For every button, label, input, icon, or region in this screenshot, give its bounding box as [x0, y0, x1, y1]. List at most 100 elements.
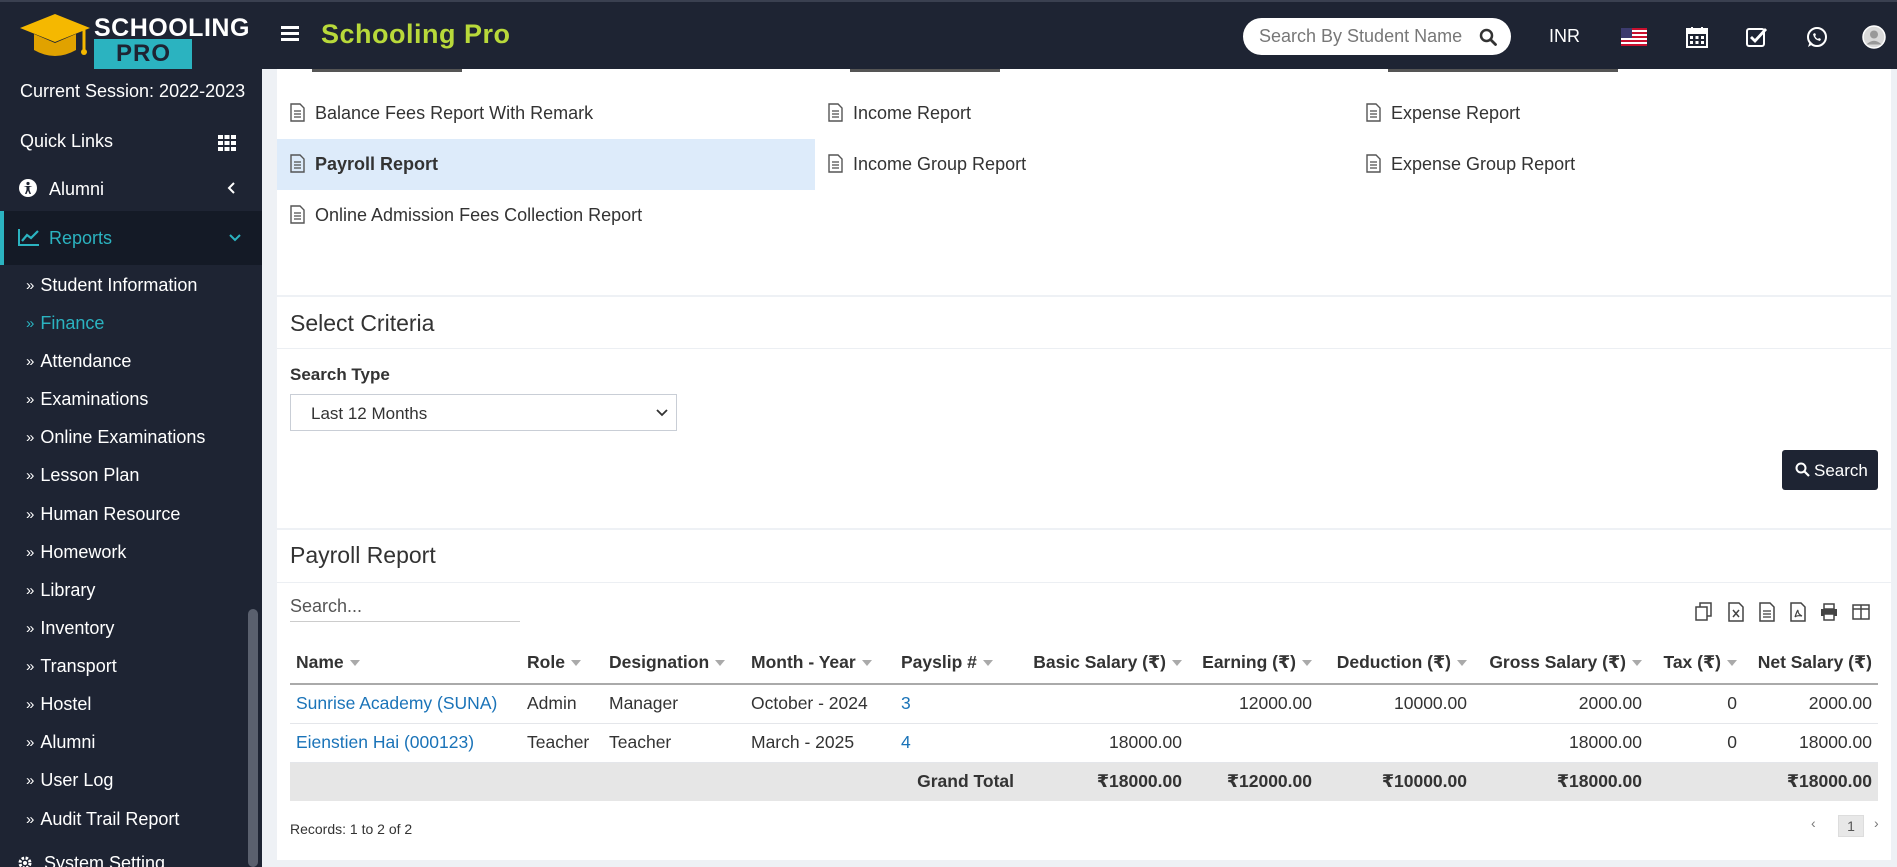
- report-link-balance-fees-remark[interactable]: Balance Fees Report With Remark: [277, 88, 815, 139]
- sidebar-item-alumni[interactable]: Alumni: [0, 167, 262, 207]
- payslip-link[interactable]: 3: [901, 693, 911, 713]
- user-avatar-icon[interactable]: [1862, 25, 1886, 49]
- sidebar-subitem-library[interactable]: » Library: [26, 580, 95, 601]
- search-type-select[interactable]: Last 12 Months: [290, 394, 677, 431]
- report-link-label: Expense Group Report: [1391, 154, 1576, 174]
- sidebar-subitem-hostel[interactable]: » Hostel: [26, 694, 91, 715]
- sidebar-item-system-setting[interactable]: System Setting: [18, 853, 165, 867]
- cell-designation: Teacher: [603, 723, 745, 763]
- sidebar-subitem-attendance[interactable]: » Attendance: [26, 351, 131, 372]
- records-info: Records: 1 to 2 of 2: [290, 821, 413, 837]
- excel-icon[interactable]: [1727, 602, 1745, 622]
- column-header-month-year[interactable]: Month - Year: [745, 642, 895, 685]
- menu-toggle-icon[interactable]: [281, 26, 299, 42]
- clipped-report-link: [312, 69, 462, 72]
- subitem-label: Finance: [40, 313, 105, 333]
- copy-icon[interactable]: [1695, 602, 1713, 622]
- column-header-net-salary[interactable]: Net Salary (₹): [1743, 642, 1878, 685]
- app-logo[interactable]: SCHOOLING PRO: [18, 8, 249, 69]
- sort-caret-icon: [349, 660, 360, 667]
- cell-month-year: March - 2025: [745, 723, 895, 763]
- sidebar-item-reports[interactable]: Reports: [0, 211, 262, 265]
- sidebar-subitem-transport[interactable]: » Transport: [26, 656, 117, 677]
- sidebar-scrollbar[interactable]: [248, 609, 258, 867]
- student-search-box[interactable]: [1243, 18, 1511, 55]
- report-link-online-admission-fees[interactable]: Online Admission Fees Collection Report: [277, 190, 815, 241]
- document-icon: [828, 103, 843, 122]
- column-header-gross-salary[interactable]: Gross Salary (₹): [1473, 642, 1648, 685]
- report-link-label: Payroll Report: [315, 154, 439, 174]
- column-label: Designation: [609, 652, 710, 672]
- cell-net-salary: 18000.00: [1743, 723, 1878, 763]
- sidebar-subitem-online-examinations[interactable]: » Online Examinations: [26, 427, 205, 448]
- column-header-tax[interactable]: Tax (₹): [1648, 642, 1743, 685]
- employee-link[interactable]: Eienstien Hai (000123): [296, 732, 474, 752]
- currency-selector[interactable]: INR: [1549, 26, 1580, 47]
- employee-link[interactable]: Sunrise Academy (SUNA): [296, 693, 497, 713]
- sidebar-subitem-homework[interactable]: » Homework: [26, 542, 126, 563]
- sidebar-subitem-finance[interactable]: » Finance: [26, 313, 104, 334]
- grid-icon[interactable]: [218, 134, 236, 152]
- subitem-label: Homework: [40, 542, 127, 562]
- sidebar-subitem-human-resource[interactable]: » Human Resource: [26, 504, 180, 525]
- sidebar-subitem-inventory[interactable]: » Inventory: [26, 618, 114, 639]
- double-chevron-right-icon: »: [26, 734, 35, 751]
- column-header-earning[interactable]: Earning (₹): [1188, 642, 1318, 685]
- cell-net-salary: 2000.00: [1743, 684, 1878, 724]
- document-icon: [290, 205, 305, 224]
- subitem-label: Audit Trail Report: [40, 809, 180, 829]
- report-link-expense[interactable]: Expense Report: [1353, 88, 1891, 139]
- sidebar-subitem-student-information[interactable]: » Student Information: [26, 275, 197, 296]
- column-header-deduction[interactable]: Deduction (₹): [1318, 642, 1473, 685]
- double-chevron-right-icon: »: [26, 582, 35, 599]
- report-link-label: Expense Report: [1391, 103, 1521, 123]
- us-flag-icon[interactable]: [1621, 28, 1647, 46]
- table-search[interactable]: [290, 596, 520, 622]
- report-link-income-group[interactable]: Income Group Report: [815, 139, 1353, 190]
- calendar-icon[interactable]: [1686, 26, 1708, 48]
- search-icon: [1795, 462, 1810, 477]
- report-link-income[interactable]: Income Report: [815, 88, 1353, 139]
- sidebar-subitem-audit-trail-report[interactable]: » Audit Trail Report: [26, 809, 179, 830]
- top-navbar: SCHOOLING PRO Schooling Pro INR: [0, 0, 1897, 69]
- subitem-label: User Log: [40, 770, 114, 790]
- cell-name[interactable]: Sunrise Academy (SUNA): [290, 684, 521, 724]
- sidebar-subitem-examinations[interactable]: » Examinations: [26, 389, 148, 410]
- subitem-label: Student Information: [40, 275, 198, 295]
- table-search-input[interactable]: [290, 596, 520, 617]
- sidebar-subitem-alumni[interactable]: » Alumni: [26, 732, 95, 753]
- double-chevron-right-icon: »: [26, 391, 35, 408]
- search-icon[interactable]: [1479, 28, 1497, 46]
- payslip-link[interactable]: 4: [901, 732, 911, 752]
- pdf-icon[interactable]: [1789, 602, 1807, 622]
- student-search-input[interactable]: [1259, 26, 1469, 47]
- cell-payslip[interactable]: 4: [895, 723, 1020, 763]
- report-link-payroll[interactable]: Payroll Report: [277, 139, 815, 190]
- sidebar-subitem-user-log[interactable]: » User Log: [26, 770, 113, 791]
- quick-links-label[interactable]: Quick Links: [20, 131, 113, 152]
- cell-tax: 0: [1648, 723, 1743, 763]
- search-button[interactable]: Search: [1782, 450, 1878, 490]
- csv-icon[interactable]: [1758, 602, 1776, 622]
- column-header-basic-salary[interactable]: Basic Salary (₹): [1020, 642, 1188, 685]
- report-link-expense-group[interactable]: Expense Group Report: [1353, 139, 1891, 190]
- cell-payslip[interactable]: 3: [895, 684, 1020, 724]
- column-header-payslip[interactable]: Payslip #: [895, 642, 1020, 685]
- column-header-name[interactable]: Name: [290, 642, 521, 685]
- column-header-role[interactable]: Role: [521, 642, 603, 685]
- column-header-designation[interactable]: Designation: [603, 642, 745, 685]
- pagination-next[interactable]: ›: [1874, 815, 1879, 831]
- cell-name[interactable]: Eienstien Hai (000123): [290, 723, 521, 763]
- report-link-label: Balance Fees Report With Remark: [315, 103, 594, 123]
- whatsapp-icon[interactable]: [1806, 26, 1828, 48]
- sort-caret-icon: [1302, 660, 1312, 667]
- pagination-page-1[interactable]: 1: [1838, 815, 1864, 837]
- columns-icon[interactable]: [1852, 602, 1870, 622]
- graduation-cap-icon: [20, 14, 90, 56]
- document-icon: [290, 154, 305, 173]
- sidebar-subitem-lesson-plan[interactable]: » Lesson Plan: [26, 465, 139, 486]
- task-checklist-icon[interactable]: [1746, 26, 1768, 48]
- print-icon[interactable]: [1820, 602, 1838, 622]
- cell-gross-salary: 2000.00: [1473, 684, 1648, 724]
- pagination-prev[interactable]: ‹: [1811, 815, 1816, 831]
